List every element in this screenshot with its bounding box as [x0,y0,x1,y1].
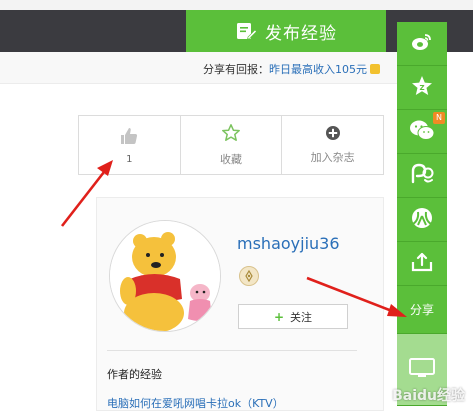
info-bar: 分享有回报：昨日最高收入105元 [0,52,400,84]
screen-icon [407,356,437,384]
baidu-jingyan-watermark: Baidu经验 [392,388,465,404]
author-avatar[interactable] [109,220,221,332]
new-badge: N [433,112,445,124]
author-experience-heading: 作者的经验 [107,368,162,381]
winnie-the-pooh-avatar-image [110,221,220,331]
svg-text:Z: Z [419,84,424,92]
article-actions: 1 收藏 加入杂志 [78,115,384,175]
author-level-badge-icon [239,266,259,286]
share-label: 分享 [409,303,434,317]
plus-icon: + [273,309,285,324]
share-sidebar: Z N 分享 [397,22,447,406]
qzone-star-icon: Z [410,74,434,102]
reward-highlight-link[interactable]: 昨日最高收入105元 [269,63,367,76]
reward-notice: 分享有回报：昨日最高收入105元 [203,61,380,77]
edit-icon [235,20,257,42]
like-button[interactable]: 1 [79,116,181,174]
share-upload-icon [409,250,435,278]
wechat-icon [409,118,435,146]
collect-label: 收藏 [220,153,242,166]
author-name-link[interactable]: mshaoyjiu36 [237,234,340,253]
divider [107,350,357,351]
thumbs-up-icon [119,126,139,150]
follow-button[interactable]: + 关注 [238,304,348,329]
tieba-icon [409,162,435,190]
weibo-icon [410,30,434,58]
author-experience-link[interactable]: 电脑如何在爱吼网唱卡拉ok（KTV） [107,395,284,411]
star-icon [221,123,241,147]
publish-label: 发布经验 [265,23,337,44]
publish-experience-button[interactable]: 发布经验 [186,10,386,52]
top-strip [0,0,473,10]
follow-label: 关注 [290,310,313,324]
renren-icon [409,206,435,234]
add-to-magazine-label: 加入杂志 [310,151,355,164]
share-wechat-button[interactable]: N [397,110,447,154]
coin-icon [370,64,380,74]
like-count: 1 [126,153,133,165]
author-card: mshaoyjiu36 + 关注 作者的经验 电脑如何在爱吼网唱卡拉ok（KTV… [96,197,384,411]
reward-prefix: 分享有回报： [203,63,269,76]
share-weibo-button[interactable] [397,22,447,66]
plus-circle-icon [325,125,341,145]
share-qzone-button[interactable]: Z [397,66,447,110]
share-label-tab[interactable]: 分享 [397,286,447,334]
share-renren-button[interactable] [397,198,447,242]
share-more-button[interactable] [397,242,447,286]
collect-button[interactable]: 收藏 [181,116,283,174]
add-to-magazine-button[interactable]: 加入杂志 [282,116,383,174]
share-tieba-button[interactable] [397,154,447,198]
